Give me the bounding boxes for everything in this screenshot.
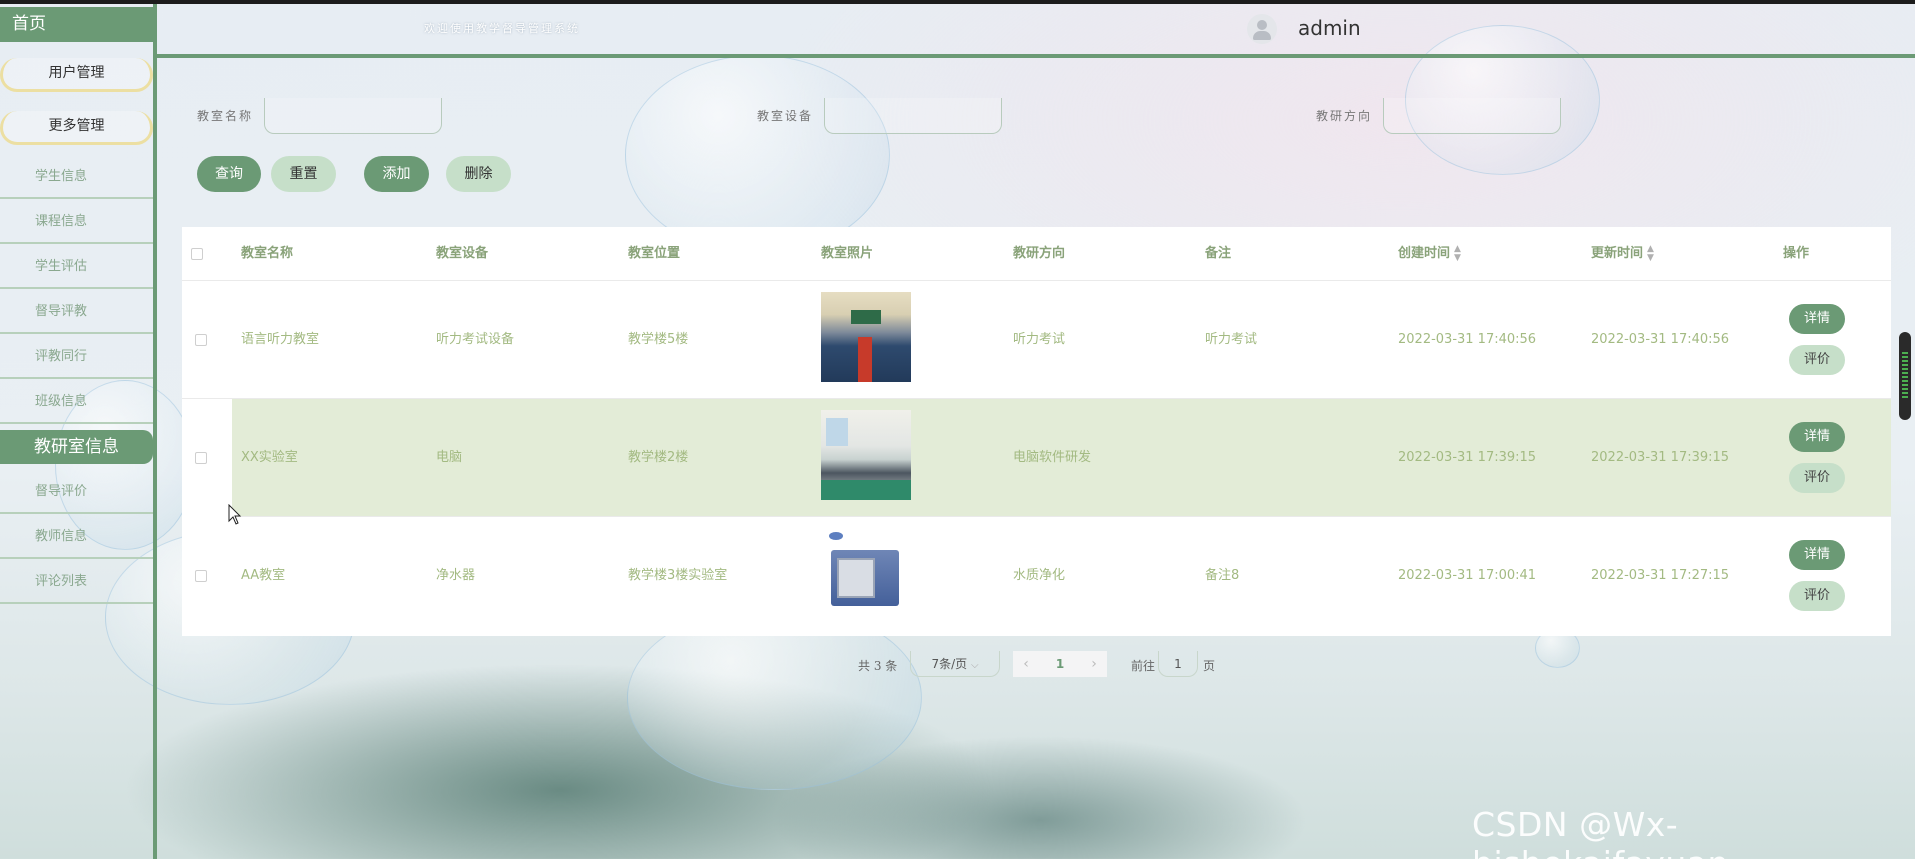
review-button[interactable]: 评价 (1789, 345, 1845, 375)
cell-direction: 听力考试 (1013, 332, 1066, 347)
table-row[interactable]: XX实验室 电脑 教学楼2楼 电脑软件研发 2022-03-31 17:39:1… (182, 399, 1891, 517)
page-number-current[interactable]: 1 (1039, 651, 1081, 677)
sidebar-item-teacher-info[interactable]: 教师信息 (0, 515, 153, 559)
delete-button[interactable]: 删除 (446, 156, 511, 192)
chevron-down-icon: ⌵ (970, 660, 979, 671)
table-header: 教室名称 教室设备 教室位置 教室照片 教研方向 备注 创建时间 ▲ ▼ 更新时间 ▲… (182, 227, 1891, 281)
cell-direction: 水质净化 (1013, 568, 1066, 583)
cell-created: 2022-03-31 17:40:56 (1398, 332, 1537, 347)
column-header-location: 教室位置 (628, 246, 681, 261)
classroom-table: 教室名称 教室设备 教室位置 教室照片 教研方向 备注 创建时间 ▲ ▼ 更新时间 ▲… (182, 227, 1891, 636)
cell-location: 教学楼2楼 (628, 450, 689, 465)
username[interactable]: admin (1298, 16, 1361, 40)
classroom-equipment-input[interactable] (824, 98, 1002, 134)
column-header-note: 备注 (1205, 246, 1232, 261)
cell-created: 2022-03-31 17:39:15 (1398, 450, 1537, 465)
goto-page-input[interactable]: 1 (1158, 651, 1198, 677)
reset-button[interactable]: 重置 (271, 156, 336, 192)
cell-name: AA教室 (241, 568, 286, 583)
sidebar-group-more-management[interactable]: 更多管理 (0, 111, 153, 145)
column-header-updated-label: 更新时间 (1591, 246, 1644, 261)
sidebar-group-user-management[interactable]: 用户管理 (0, 58, 153, 92)
research-direction-input[interactable] (1383, 98, 1561, 134)
sidebar-item-peer-evaluation[interactable]: 评教同行 (0, 335, 153, 379)
top-header: 欢迎使用教学督导管理系统 admin (157, 4, 1915, 58)
cell-created: 2022-03-31 17:00:41 (1398, 568, 1537, 583)
computer-lab-photo[interactable] (821, 410, 911, 500)
classroom-name-input[interactable] (264, 98, 442, 134)
cell-equipment: 净水器 (436, 568, 476, 583)
sort-icon[interactable]: ▲ ▼ (1647, 244, 1654, 263)
page-size-value: 7条/页 (931, 657, 968, 671)
sidebar: 首页 用户管理 更多管理 学生信息 课程信息 学生评估 督导评教 评教同行 班级… (0, 4, 157, 859)
welcome-text: 欢迎使用教学督导管理系统 (424, 22, 580, 35)
oven-equipment-photo[interactable] (821, 528, 911, 618)
sidebar-section-research-room[interactable]: 教研室信息 (0, 430, 153, 464)
row-checkbox[interactable] (195, 452, 207, 464)
review-button[interactable]: 评价 (1789, 581, 1845, 611)
sidebar-item-comment-list[interactable]: 评论列表 (0, 560, 153, 604)
chevron-left-icon: ‹ (1023, 656, 1029, 672)
column-header-name: 教室名称 (241, 246, 294, 261)
watermark: CSDN @Wx-bishekaifayuan (1472, 805, 1728, 859)
table-row[interactable]: AA教室 净水器 教学楼3楼实验室 水质净化 备注8 2022-03-31 17… (182, 517, 1891, 635)
column-header-created-label: 创建时间 (1398, 246, 1451, 261)
sidebar-item-student-evaluation[interactable]: 学生评估 (0, 245, 153, 289)
cell-equipment: 听力考试设备 (436, 332, 515, 347)
query-button[interactable]: 查询 (197, 156, 261, 192)
sidebar-item-student-info[interactable]: 学生信息 (0, 155, 153, 199)
sidebar-item-course-info[interactable]: 课程信息 (0, 200, 153, 244)
column-header-photo: 教室照片 (821, 246, 874, 261)
cell-name: XX实验室 (241, 450, 298, 465)
add-button[interactable]: 添加 (364, 156, 429, 192)
detail-button[interactable]: 详情 (1789, 304, 1845, 334)
sort-icon[interactable]: ▲ ▼ (1454, 244, 1461, 263)
cell-equipment: 电脑 (436, 450, 463, 465)
page-suffix: 页 (1203, 659, 1216, 673)
column-header-updated[interactable]: 更新时间 ▲ ▼ (1591, 227, 1654, 281)
cell-direction: 电脑软件研发 (1013, 450, 1092, 465)
detail-button[interactable]: 详情 (1789, 422, 1845, 452)
column-header-equipment: 教室设备 (436, 246, 489, 261)
table-row[interactable]: 语言听力教室 听力考试设备 教学楼5楼 听力考试 听力考试 2022-03-31… (182, 281, 1891, 399)
sidebar-item-class-info[interactable]: 班级信息 (0, 380, 153, 424)
column-header-actions: 操作 (1783, 246, 1810, 261)
column-header-created[interactable]: 创建时间 ▲ ▼ (1398, 227, 1461, 281)
scrollbar[interactable] (1899, 332, 1911, 420)
goto-label: 前往 (1131, 659, 1156, 673)
cell-updated: 2022-03-31 17:27:15 (1591, 568, 1730, 583)
chevron-right-icon: › (1091, 656, 1097, 672)
classroom-photo[interactable] (821, 292, 911, 382)
user-avatar-icon[interactable] (1247, 14, 1277, 44)
cell-name: 语言听力教室 (241, 332, 320, 347)
page-size-select[interactable]: 7条/页 ⌵ (910, 651, 1000, 677)
bubble-decoration (625, 55, 890, 255)
sidebar-item-supervisor-evaluation[interactable]: 督导评教 (0, 290, 153, 334)
next-page-button[interactable]: › (1081, 651, 1107, 677)
cell-note: 听力考试 (1205, 332, 1258, 347)
cell-location: 教学楼5楼 (628, 332, 689, 347)
mouse-cursor-icon (228, 504, 242, 525)
cell-updated: 2022-03-31 17:40:56 (1591, 332, 1730, 347)
cell-location: 教学楼3楼实验室 (628, 568, 728, 583)
review-button[interactable]: 评价 (1789, 463, 1845, 493)
classroom-equipment-label: 教室设备 (757, 109, 814, 123)
row-checkbox[interactable] (195, 570, 207, 582)
sidebar-home[interactable]: 首页 (0, 7, 153, 42)
cell-updated: 2022-03-31 17:39:15 (1591, 450, 1730, 465)
prev-page-button[interactable]: ‹ (1013, 651, 1039, 677)
cell-note: 备注8 (1205, 568, 1240, 583)
detail-button[interactable]: 详情 (1789, 540, 1845, 570)
research-direction-label: 教研方向 (1316, 109, 1373, 123)
select-all-checkbox[interactable] (191, 248, 203, 260)
classroom-name-label: 教室名称 (197, 109, 254, 123)
pagination-total: 共 3 条 (858, 659, 898, 673)
column-header-direction: 教研方向 (1013, 246, 1066, 261)
row-checkbox[interactable] (195, 334, 207, 346)
sidebar-item-supervisor-review[interactable]: 督导评价 (0, 470, 153, 514)
